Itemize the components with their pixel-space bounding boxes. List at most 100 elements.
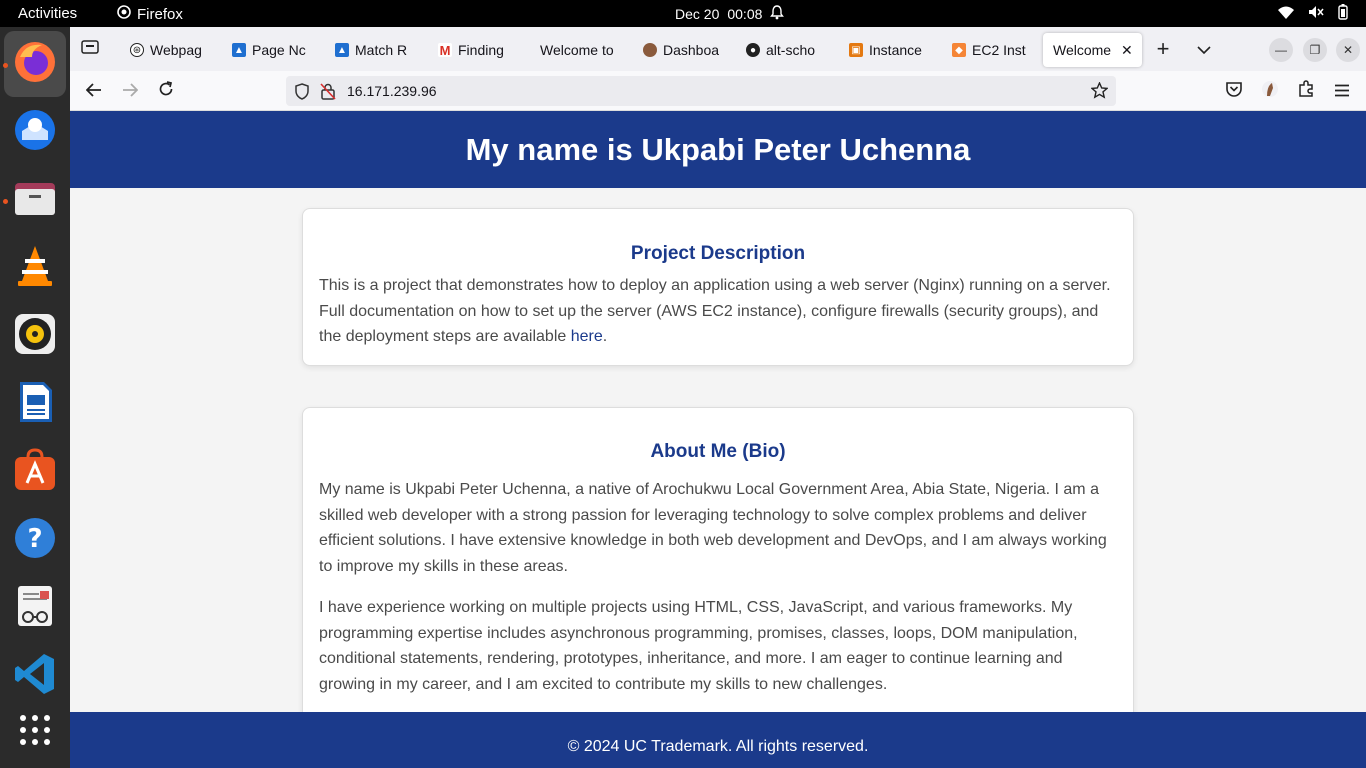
tab[interactable]: M Finding: [428, 33, 528, 67]
tab-bar: ⊛ Webpag ▲ Page Nc ▲ Match R M Finding W…: [70, 27, 1366, 71]
date-text: Dec 20: [675, 6, 720, 22]
svg-text:?: ?: [27, 524, 42, 554]
forward-button[interactable]: [116, 79, 144, 103]
tab-label: Finding: [458, 42, 504, 58]
dock-app-center[interactable]: [10, 447, 60, 497]
project-text: This is a project that demonstrates how …: [319, 273, 1117, 350]
writer-icon: [12, 379, 58, 430]
bookmark-star-icon[interactable]: [1090, 81, 1109, 104]
puzzle-icon: [1298, 80, 1314, 102]
app-center-icon: [12, 447, 58, 498]
close-icon: ✕: [1342, 43, 1354, 57]
list-all-tabs-button[interactable]: [1190, 37, 1218, 61]
restore-icon: ❐: [1309, 43, 1321, 57]
dock-vlc[interactable]: [10, 243, 60, 293]
bio-paragraph: My name is Ukpabi Peter Uchenna, a nativ…: [319, 481, 1107, 575]
text-editor-icon: [12, 583, 58, 634]
page-title: My name is Ukpabi Peter Uchenna: [70, 111, 1366, 188]
account-avatar-icon: [1261, 80, 1279, 103]
tab[interactable]: ▲ Page Nc: [222, 33, 322, 67]
documentation-link[interactable]: here: [571, 328, 603, 345]
dock-files[interactable]: [10, 175, 60, 225]
minimize-icon: —: [1275, 43, 1287, 57]
close-tab-icon[interactable]: ✕: [1121, 42, 1133, 59]
openai-icon: ⊛: [130, 43, 144, 57]
forward-arrow-icon: [122, 81, 139, 102]
extensions-button[interactable]: [1292, 79, 1320, 103]
show-apps-icon: [18, 713, 52, 752]
jira-icon: ▲: [335, 43, 349, 57]
bell-icon: [770, 5, 785, 23]
tab-label: Dashboa: [663, 42, 720, 58]
project-heading: Project Description: [630, 243, 806, 264]
tab[interactable]: Welcome to: [530, 33, 630, 67]
project-text-body: This is a project that demonstrates how …: [319, 277, 1111, 345]
firefox-view-icon: [81, 39, 99, 60]
bio-paragraph: I have experience working on multiple pr…: [319, 599, 1078, 693]
jira-icon: ▲: [232, 43, 246, 57]
insecure-lock-icon[interactable]: [320, 83, 336, 105]
dock: ?: [0, 27, 70, 768]
firefox-icon: [12, 39, 58, 90]
page-footer: © 2024 UC Trademark. All rights reserved…: [70, 712, 1366, 768]
minimize-button[interactable]: —: [1269, 38, 1293, 62]
vscode-icon: [12, 651, 58, 702]
dock-help[interactable]: ?: [10, 515, 60, 565]
about-heading: About Me (Bio): [650, 441, 786, 462]
firefox-view-button[interactable]: [76, 37, 104, 61]
tab-label: Webpag: [150, 42, 202, 58]
tab[interactable]: ⊛ Webpag: [120, 33, 220, 67]
gmail-icon: M: [438, 42, 452, 58]
dock-rhythmbox[interactable]: [10, 311, 60, 361]
address-bar[interactable]: 16.171.239.96: [286, 76, 1116, 106]
running-indicator: [3, 63, 8, 68]
about-me-card: About Me (Bio) My name is Ukpabi Peter U…: [302, 407, 1134, 747]
rhythmbox-icon: [12, 311, 58, 362]
pocket-button[interactable]: [1220, 79, 1248, 103]
activities-button[interactable]: Activities: [18, 5, 77, 22]
app-menu[interactable]: Firefox: [117, 5, 183, 23]
clock[interactable]: Dec 20 00:08: [675, 5, 785, 23]
tab[interactable]: ▲ Match R: [325, 33, 425, 67]
account-button[interactable]: [1256, 79, 1284, 103]
tab-label: Match R: [355, 42, 408, 58]
system-tray[interactable]: [1278, 4, 1348, 24]
shield-icon[interactable]: [294, 83, 310, 105]
tab-label: alt-scho: [766, 42, 816, 58]
dock-writer[interactable]: [10, 379, 60, 429]
dock-vscode[interactable]: [10, 651, 60, 701]
tab-active[interactable]: Welcome ✕: [1043, 33, 1142, 67]
hamburger-menu-icon: [1334, 81, 1350, 102]
firefox-window: ⊛ Webpag ▲ Page Nc ▲ Match R M Finding W…: [70, 27, 1366, 768]
dock-thunderbird[interactable]: [10, 107, 60, 157]
tab[interactable]: Dashboa: [633, 33, 733, 67]
tab-label: Welcome: [1053, 42, 1112, 58]
dock-text-editor[interactable]: [10, 583, 60, 633]
back-arrow-icon: [85, 81, 102, 102]
chevron-down-icon: [1197, 39, 1211, 60]
github-icon: ●: [746, 43, 760, 57]
ec2-icon: ◆: [952, 43, 966, 57]
tab[interactable]: ● alt-scho: [736, 33, 836, 67]
files-icon: [12, 175, 58, 226]
battery-icon: [1338, 4, 1348, 24]
new-tab-button[interactable]: +: [1149, 36, 1177, 61]
tab-label: EC2 Inst: [972, 42, 1026, 58]
back-button[interactable]: [80, 79, 108, 103]
close-window-button[interactable]: ✕: [1336, 38, 1360, 62]
dock-firefox[interactable]: [4, 31, 66, 97]
reload-button[interactable]: [152, 79, 180, 103]
dock-show-apps[interactable]: [10, 707, 60, 757]
app-menu-button[interactable]: [1328, 79, 1356, 103]
time-text: 00:08: [727, 6, 763, 22]
maximize-button[interactable]: ❐: [1303, 38, 1327, 62]
tab-label: Welcome to: [540, 42, 614, 58]
app-name: Firefox: [137, 5, 183, 23]
project-text-end: .: [602, 328, 608, 345]
tab[interactable]: ▣ Instance: [839, 33, 939, 67]
tab-label: Instance: [869, 42, 922, 58]
web-page: My name is Ukpabi Peter Uchenna Project …: [70, 111, 1366, 768]
help-icon: ?: [12, 515, 58, 566]
thunderbird-icon: [12, 107, 58, 158]
tab[interactable]: ◆ EC2 Inst: [942, 33, 1042, 67]
